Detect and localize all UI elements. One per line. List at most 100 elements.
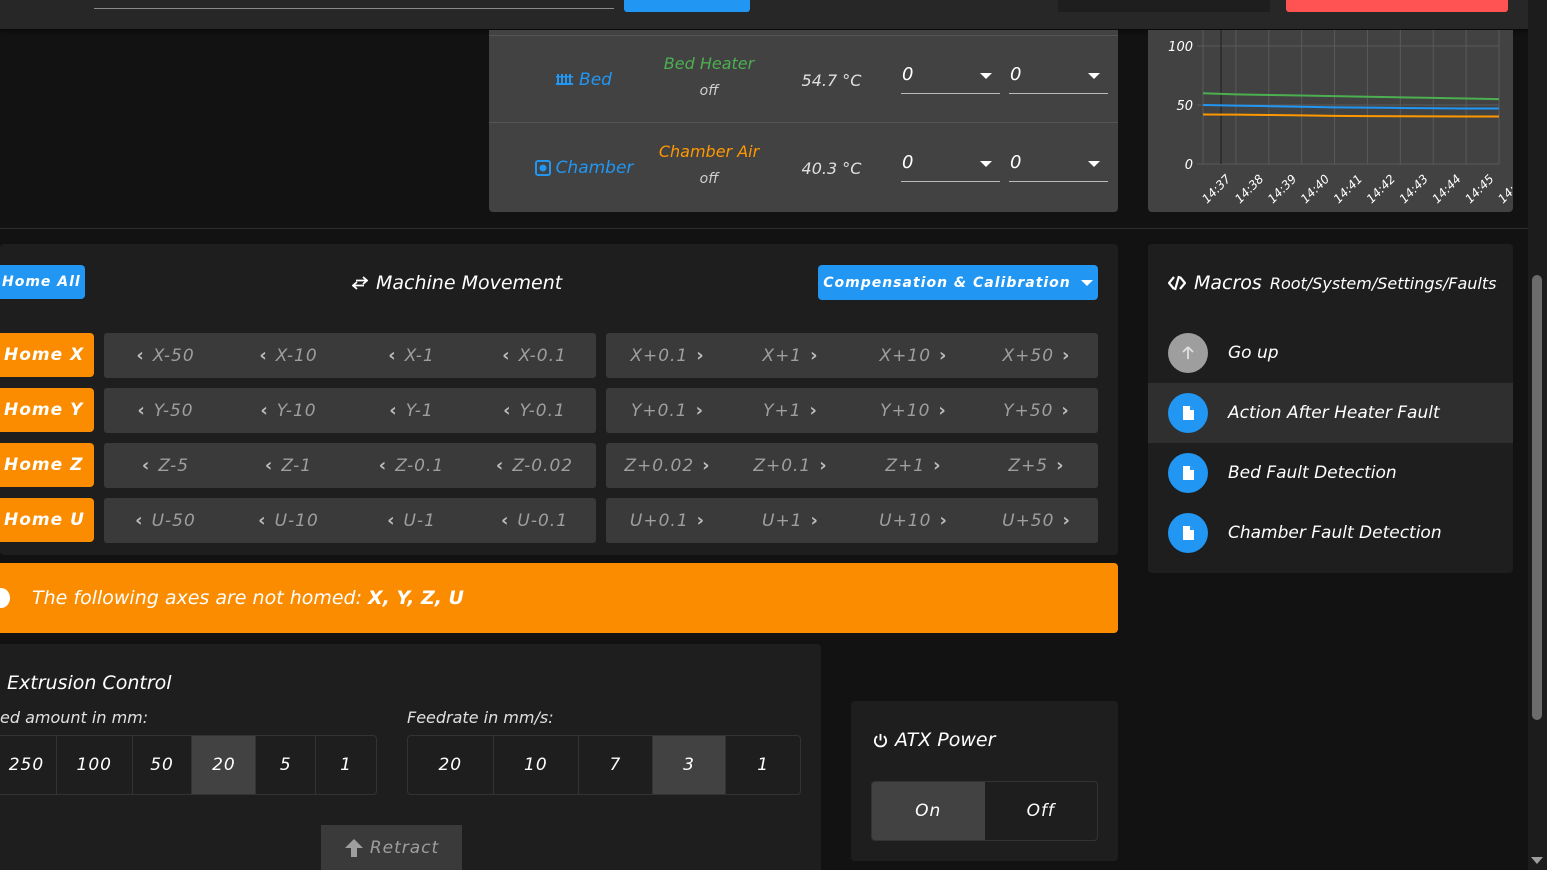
jog-button[interactable]: U+50 › [975, 498, 1098, 543]
retract-button[interactable]: Retract [321, 825, 462, 870]
toolbar-dropdown[interactable] [1058, 0, 1270, 12]
macro-label: Chamber Fault Detection [1228, 523, 1442, 543]
feed-amount-group: 250 100 50 20 5 1 [0, 735, 377, 795]
jog-label: Y+10 [880, 400, 931, 421]
active-temp-select[interactable]: 0 [901, 58, 1000, 94]
send-button[interactable] [624, 0, 750, 12]
jog-button[interactable]: ‹ Y-50 [104, 388, 227, 433]
feed-amount-option[interactable]: 100 [57, 736, 133, 794]
jog-button[interactable]: ‹ X-0.1 [473, 333, 596, 378]
heater-name-chamber[interactable]: Chamber [509, 124, 659, 212]
jog-button[interactable]: ‹ Z-5 [104, 443, 227, 488]
atx-power-panel: ATX Power On Off [851, 701, 1118, 861]
home-z-button[interactable]: Home Z [0, 443, 94, 487]
jog-button[interactable]: U+10 › [852, 498, 975, 543]
chevron-down-icon [980, 161, 992, 167]
chevron-left-icon: ‹ [503, 400, 512, 421]
home-all-button[interactable]: Home All [0, 265, 85, 299]
macro-file-item[interactable]: Chamber Fault Detection [1148, 503, 1513, 563]
jog-button[interactable]: U+0.1 › [606, 498, 729, 543]
feed-amount-option[interactable]: 5 [256, 736, 317, 794]
option-label: 20 [438, 755, 463, 775]
atx-off-button[interactable]: Off [985, 782, 1098, 840]
jog-positive-group: Y+0.1 › Y+1 › Y+10 › Y+50 › [606, 388, 1098, 433]
chevron-left-icon: ‹ [141, 455, 151, 476]
jog-button[interactable]: ‹ X-10 [227, 333, 350, 378]
jog-button[interactable]: X+0.1 › [606, 333, 729, 378]
option-label: 7 [609, 755, 622, 775]
feedrate-option[interactable]: 3 [652, 736, 727, 794]
jog-button[interactable]: ‹ X-50 [104, 333, 227, 378]
jog-button[interactable]: Z+0.1 › [729, 443, 852, 488]
macro-file-item[interactable]: Action After Heater Fault [1148, 383, 1513, 443]
jog-button[interactable]: ‹ X-1 [350, 333, 473, 378]
chamber-icon [534, 160, 551, 176]
jog-button[interactable]: X+50 › [975, 333, 1098, 378]
jog-button[interactable]: ‹ Y-1 [350, 388, 473, 433]
jog-button[interactable]: ‹ Y-10 [227, 388, 350, 433]
standby-temp-select[interactable]: 0 [1009, 58, 1108, 94]
jog-button[interactable]: ‹ U-50 [104, 498, 227, 543]
chevron-left-icon: ‹ [387, 510, 396, 531]
active-temp-select[interactable]: 0 [901, 146, 1000, 182]
jog-button[interactable]: Z+5 › [975, 443, 1098, 488]
feedrate-option[interactable]: 1 [726, 736, 800, 794]
heater-current-temp: 40.3 °C [801, 158, 862, 178]
jog-button[interactable]: Y+50 › [975, 388, 1098, 433]
feed-amount-option[interactable]: 250 [0, 736, 57, 794]
extrusion-panel: Extrusion Control ed amount in mm: Feedr… [0, 644, 821, 870]
feedrate-option[interactable]: 7 [579, 736, 653, 794]
jog-button[interactable]: ‹ Y-0.1 [473, 388, 596, 433]
radiator-icon [556, 74, 574, 85]
jog-button[interactable]: Y+10 › [852, 388, 975, 433]
jog-button[interactable]: ‹ Z-0.1 [350, 443, 473, 488]
chevron-right-icon: › [810, 510, 819, 531]
option-label: 250 [8, 755, 45, 775]
chevron-right-icon: › [809, 400, 818, 421]
home-y-button[interactable]: Home Y [0, 388, 94, 432]
home-u-button[interactable]: Home U [0, 498, 94, 542]
jog-button[interactable]: Y+1 › [729, 388, 852, 433]
heater-name-label: Bed [579, 70, 612, 90]
chevron-right-icon: › [1061, 400, 1070, 421]
macros-path: Root/System/Settings/Faults [1269, 273, 1497, 293]
jog-label: Y-50 [153, 400, 194, 421]
option-label: 20 [212, 755, 236, 775]
code-input[interactable] [94, 8, 614, 9]
x-tick-label: 14:38 [1232, 172, 1267, 207]
feedrate-option[interactable]: 20 [408, 736, 494, 794]
jog-button[interactable]: X+10 › [852, 333, 975, 378]
home-x-button[interactable]: Home X [0, 333, 94, 377]
heater-name-bed[interactable]: Bed [509, 36, 659, 124]
feed-amount-option[interactable]: 50 [133, 736, 193, 794]
chevron-right-icon: › [938, 400, 947, 421]
jog-label: Y+1 [763, 400, 802, 421]
jog-label: X+0.1 [630, 345, 689, 366]
compensation-calibration-button[interactable]: Compensation & Calibration [818, 265, 1098, 300]
page-scrollbar[interactable] [1528, 0, 1547, 870]
jog-button[interactable]: ‹ Z-1 [227, 443, 350, 488]
jog-button[interactable]: Z+0.02 › [606, 443, 729, 488]
feedrate-option[interactable]: 10 [494, 736, 580, 794]
standby-temp-select[interactable]: 0 [1009, 146, 1108, 182]
jog-button[interactable]: X+1 › [729, 333, 852, 378]
macro-go-up[interactable]: Go up [1148, 323, 1513, 383]
jog-button[interactable]: Z+1 › [852, 443, 975, 488]
scroll-down-arrow-icon[interactable] [1531, 857, 1543, 864]
jog-label: X+50 [1002, 345, 1055, 366]
jog-label: Y-1 [405, 400, 434, 421]
feed-amount-option[interactable]: 1 [316, 736, 376, 794]
macro-file-item[interactable]: Bed Fault Detection [1148, 443, 1513, 503]
emergency-stop-button[interactable] [1286, 0, 1508, 12]
jog-button[interactable]: Y+0.1 › [606, 388, 729, 433]
jog-button[interactable]: ‹ U-10 [227, 498, 350, 543]
feed-amount-option[interactable]: 20 [192, 736, 257, 794]
jog-button[interactable]: ‹ U-0.1 [473, 498, 596, 543]
atx-on-button[interactable]: On [872, 782, 985, 840]
jog-button[interactable]: ‹ U-1 [350, 498, 473, 543]
jog-button[interactable]: U+1 › [729, 498, 852, 543]
alert-icon [0, 588, 10, 608]
scrollbar-thumb[interactable] [1532, 275, 1542, 720]
jog-button[interactable]: ‹ Z-0.02 [473, 443, 596, 488]
jog-label: X-0.1 [518, 345, 567, 366]
